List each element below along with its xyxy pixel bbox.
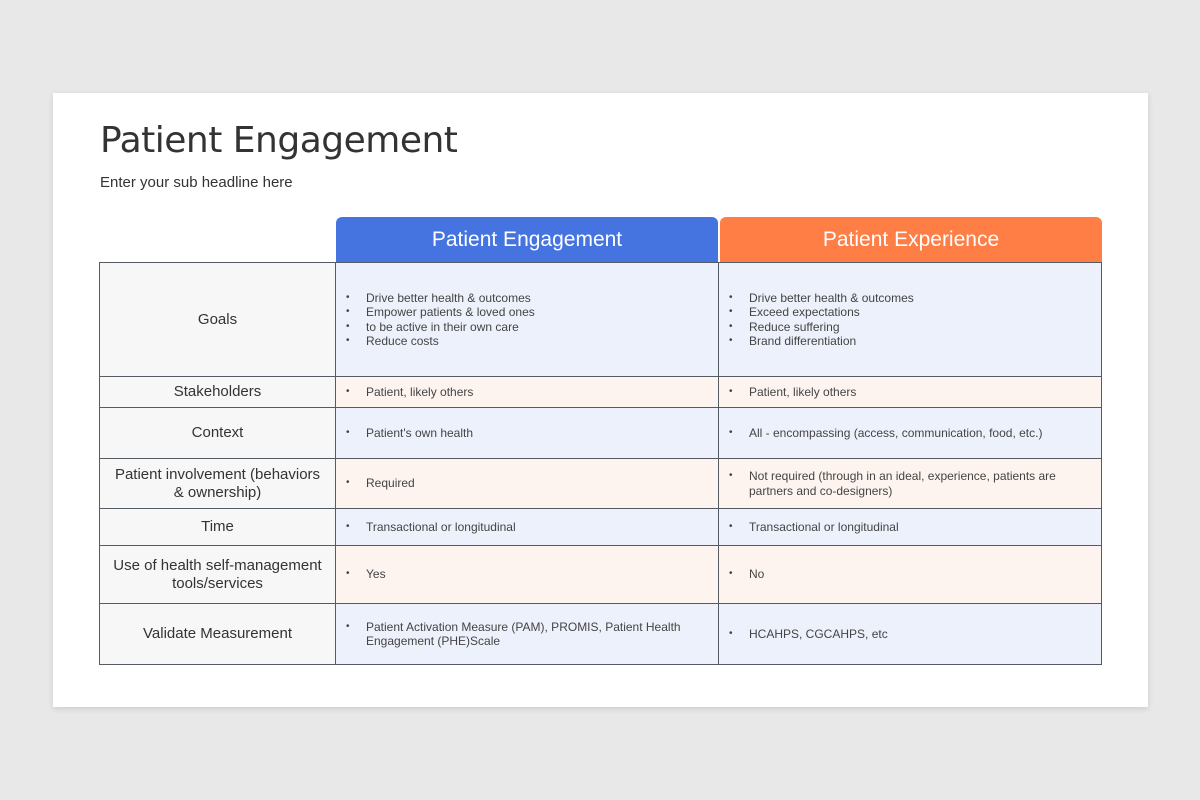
bullet-item: to be active in their own care [346, 320, 535, 335]
experience-cell: Not required (through in an ideal, exper… [719, 459, 1101, 508]
bullet-item: Reduce costs [346, 334, 535, 349]
table-row-patient-involvement: Patient involvement (behaviors & ownersh… [100, 458, 1101, 508]
experience-cell: Drive better health & outcomes Exceed ex… [719, 263, 1101, 376]
table-row-stakeholders: Stakeholders Patient, likely others Pati… [100, 376, 1101, 407]
bullet-item: Exceed expectations [729, 305, 914, 320]
experience-cell: HCAHPS, CGCAHPS, etc [719, 604, 1101, 664]
bullet-item: Patient Activation Measure (PAM), PROMIS… [346, 620, 706, 649]
row-label: Goals [100, 263, 336, 376]
bullet-item: Not required (through in an ideal, exper… [729, 469, 1089, 498]
comparison-table: Goals Drive better health & outcomes Emp… [99, 262, 1102, 665]
bullet-list: Yes [346, 567, 386, 582]
bullet-list: Required [346, 476, 415, 491]
bullet-item: Drive better health & outcomes [346, 291, 535, 306]
slide: Patient Engagement Enter your sub headli… [53, 93, 1148, 707]
row-label: Stakeholders [100, 377, 336, 407]
row-label: Context [100, 408, 336, 458]
bullet-list: Drive better health & outcomes Exceed ex… [729, 291, 914, 349]
bullet-item: Transactional or longitudinal [346, 520, 516, 535]
row-label: Patient involvement (behaviors & ownersh… [100, 459, 336, 508]
bullet-list: Not required (through in an ideal, exper… [729, 469, 1089, 498]
bullet-list: All - encompassing (access, communicatio… [729, 426, 1042, 441]
bullet-item: Yes [346, 567, 386, 582]
bullet-item: All - encompassing (access, communicatio… [729, 426, 1042, 441]
bullet-item: Reduce suffering [729, 320, 914, 335]
table-row-self-management-tools: Use of health self-management tools/serv… [100, 545, 1101, 603]
bullet-list: Transactional or longitudinal [729, 520, 899, 535]
bullet-item: Patient, likely others [346, 385, 473, 400]
bullet-item: Patient, likely others [729, 385, 856, 400]
bullet-list: HCAHPS, CGCAHPS, etc [729, 627, 888, 642]
bullet-item: Drive better health & outcomes [729, 291, 914, 306]
table-row-context: Context Patient's own health All - encom… [100, 407, 1101, 458]
row-label: Time [100, 509, 336, 545]
experience-cell: All - encompassing (access, communicatio… [719, 408, 1101, 458]
bullet-item: Required [346, 476, 415, 491]
bullet-item: Transactional or longitudinal [729, 520, 899, 535]
row-label: Validate Measurement [100, 604, 336, 664]
experience-cell: No [719, 546, 1101, 603]
bullet-list: Patient Activation Measure (PAM), PROMIS… [346, 620, 706, 649]
experience-cell: Patient, likely others [719, 377, 1101, 407]
bullet-list: Patient's own health [346, 426, 473, 441]
bullet-list: Transactional or longitudinal [346, 520, 516, 535]
bullet-list: Patient, likely others [346, 385, 473, 400]
table-row-goals: Goals Drive better health & outcomes Emp… [100, 263, 1101, 376]
engagement-cell: Transactional or longitudinal [336, 509, 719, 545]
bullet-item: Brand differentiation [729, 334, 914, 349]
bullet-list: Drive better health & outcomes Empower p… [346, 291, 535, 349]
bullet-item: Empower patients & loved ones [346, 305, 535, 320]
column-header-patient-experience: Patient Experience [720, 217, 1102, 262]
bullet-item: No [729, 567, 764, 582]
engagement-cell: Patient Activation Measure (PAM), PROMIS… [336, 604, 719, 664]
page-title: Patient Engagement [100, 120, 458, 161]
bullet-item: Patient's own health [346, 426, 473, 441]
bullet-list: No [729, 567, 764, 582]
experience-cell: Transactional or longitudinal [719, 509, 1101, 545]
page-subtitle: Enter your sub headline here [100, 174, 293, 191]
table-row-validate-measurement: Validate Measurement Patient Activation … [100, 603, 1101, 664]
engagement-cell: Patient's own health [336, 408, 719, 458]
bullet-item: HCAHPS, CGCAHPS, etc [729, 627, 888, 642]
engagement-cell: Patient, likely others [336, 377, 719, 407]
table-row-time: Time Transactional or longitudinal Trans… [100, 508, 1101, 545]
row-label: Use of health self-management tools/serv… [100, 546, 336, 603]
bullet-list: Patient, likely others [729, 385, 856, 400]
engagement-cell: Required [336, 459, 719, 508]
engagement-cell: Yes [336, 546, 719, 603]
engagement-cell: Drive better health & outcomes Empower p… [336, 263, 719, 376]
column-header-patient-engagement: Patient Engagement [336, 217, 718, 262]
